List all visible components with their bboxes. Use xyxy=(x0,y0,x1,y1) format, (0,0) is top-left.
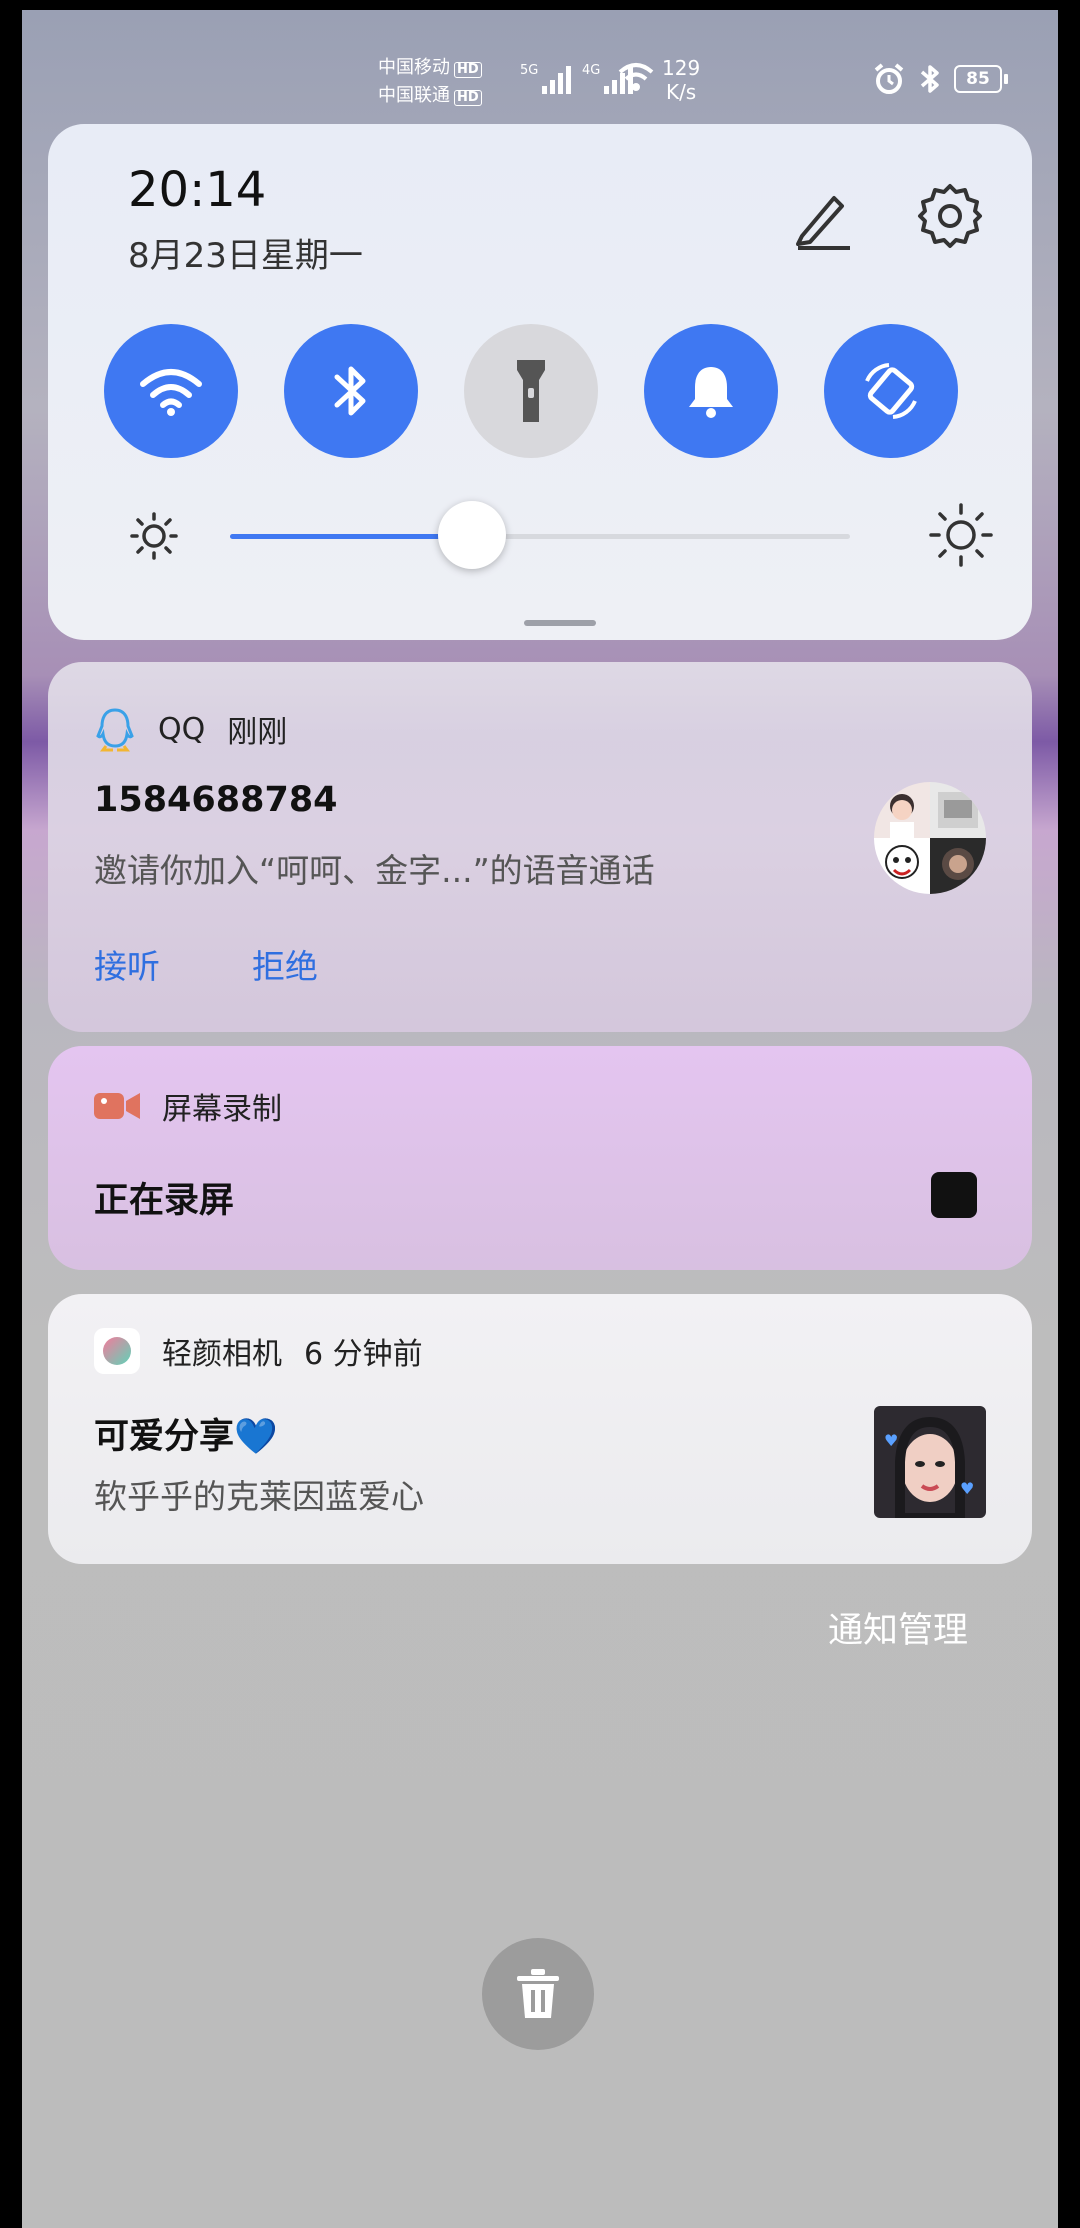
brightness-knob[interactable] xyxy=(437,501,506,569)
trash-icon xyxy=(517,1969,559,2018)
bluetooth-status-icon xyxy=(920,65,939,93)
status-bar: 中国移动 HD 中国联通 HD 5G 4G 129 K/s 85 xyxy=(22,40,1058,110)
stop-recording-button[interactable] xyxy=(931,1172,977,1218)
notification-app-name: 轻颜相机 xyxy=(162,1337,282,1372)
carrier-1: 中国移动 xyxy=(378,57,450,78)
notification-screen-record[interactable]: 屏幕录制 正在录屏 xyxy=(48,1046,1032,1270)
notification-shade: 中国移动 HD 中国联通 HD 5G 4G 129 K/s 85 20:14 8… xyxy=(22,10,1058,2228)
speed-value: 129 xyxy=(662,56,701,80)
speed-unit: K/s xyxy=(665,80,697,104)
network-speed: 129 K/s xyxy=(662,56,700,104)
notification-header: 屏幕录制 xyxy=(94,1084,282,1128)
carrier-2: 中国联通 xyxy=(378,85,450,106)
brightness-high-icon xyxy=(929,503,993,567)
toggle-bluetooth[interactable] xyxy=(284,324,418,458)
camera-app-icon xyxy=(94,1328,140,1374)
notification-app-name: QQ xyxy=(158,711,206,747)
notification-thumbnail: ♥♥ xyxy=(874,1406,986,1518)
net-label-2: 4G xyxy=(582,63,600,78)
notification-header: QQ 刚刚 xyxy=(94,706,287,752)
alarm-icon xyxy=(874,63,904,94)
notification-title: 1584688784 xyxy=(94,780,338,820)
settings-gear-icon[interactable] xyxy=(916,182,984,250)
brightness-low-icon xyxy=(130,512,178,560)
flashlight-icon xyxy=(517,360,545,422)
toggle-auto-rotate[interactable] xyxy=(824,324,958,458)
notification-time: 6 分钟前 xyxy=(304,1337,423,1372)
edit-pencil-icon[interactable] xyxy=(788,186,852,250)
notification-title: 正在录屏 xyxy=(94,1181,235,1221)
notification-body: 邀请你加入“呵呵、金字...”的语音通话 xyxy=(94,851,655,890)
bluetooth-icon xyxy=(334,366,366,416)
decline-call-button[interactable]: 拒绝 xyxy=(252,940,318,988)
toggle-sound[interactable] xyxy=(644,324,778,458)
accept-call-button[interactable]: 接听 xyxy=(94,940,160,988)
clear-all-button[interactable] xyxy=(482,1938,594,2050)
svg-text:♥: ♥ xyxy=(884,1431,898,1450)
signal-5g-icon: 5G xyxy=(520,63,571,94)
wifi-status-icon xyxy=(618,63,654,91)
toggle-flashlight[interactable] xyxy=(464,324,598,458)
notification-title: 可爱分享💙 xyxy=(94,1417,278,1457)
group-avatar xyxy=(874,782,986,894)
hd-badge: HD xyxy=(454,62,482,78)
brightness-slider[interactable] xyxy=(230,501,850,569)
carrier-info: 中国移动 HD 中国联通 HD xyxy=(378,54,482,110)
clock-time: 20:14 xyxy=(128,162,267,218)
notification-app-name: 屏幕录制 xyxy=(162,1092,282,1127)
toggle-wifi[interactable] xyxy=(104,324,238,458)
notification-time: 刚刚 xyxy=(227,715,288,750)
notification-camera-app[interactable]: 轻颜相机 6 分钟前 可爱分享💙 软乎乎的克莱因蓝爱心 ♥ ♥ xyxy=(48,1294,1032,1564)
notification-body: 软乎乎的克莱因蓝爱心 xyxy=(94,1477,424,1516)
rotate-icon xyxy=(865,363,917,419)
control-center-panel: 20:14 8月23日星期一 xyxy=(48,124,1032,640)
clock-date: 8月23日星期一 xyxy=(128,236,363,276)
notification-header: 轻颜相机 6 分钟前 xyxy=(94,1328,423,1374)
panel-drag-handle[interactable] xyxy=(524,620,596,626)
hd-badge: HD xyxy=(454,90,482,106)
svg-text:♥: ♥ xyxy=(960,1479,974,1498)
battery-indicator: 85 xyxy=(954,65,1008,93)
notification-settings-link[interactable]: 通知管理 xyxy=(828,1602,968,1653)
net-label-1: 5G xyxy=(520,63,538,78)
video-camera-icon xyxy=(94,1093,140,1119)
notification-qq-call[interactable]: QQ 刚刚 1584688784 邀请你加入“呵呵、金字...”的语音通话 接听… xyxy=(48,662,1032,1032)
status-icons-right: 85 xyxy=(872,62,1008,96)
bell-icon xyxy=(689,367,733,418)
wifi-icon xyxy=(140,369,202,416)
qq-app-icon xyxy=(96,708,134,752)
brightness-fill xyxy=(230,534,472,539)
